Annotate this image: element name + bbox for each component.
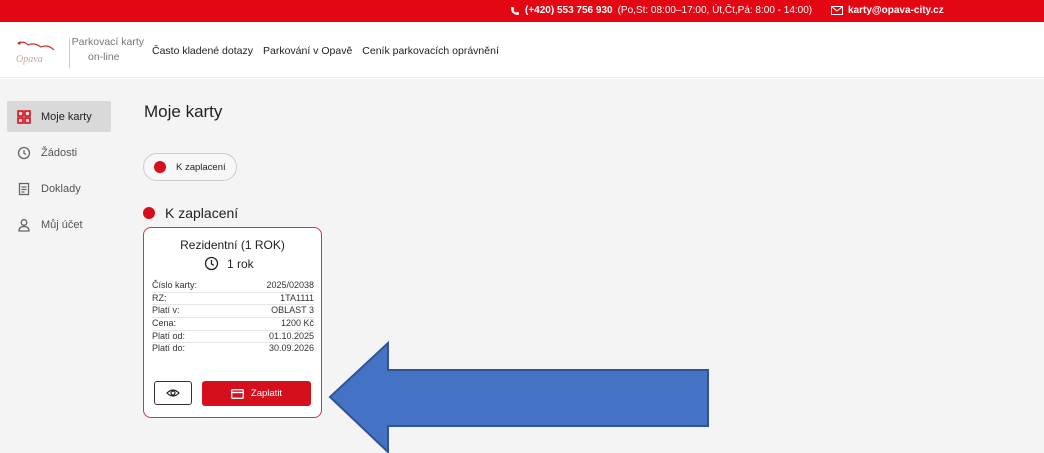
clock-icon xyxy=(17,146,31,159)
credit-card-icon xyxy=(230,388,244,399)
sidebar-item-label: Žádosti xyxy=(41,146,78,159)
nav-faq[interactable]: Často kladené dotazy xyxy=(152,45,253,57)
section-heading-label: K zaplacení xyxy=(165,205,239,221)
card-details: Číslo karty: 2025/02038 RZ: 1TA1111 Platí … xyxy=(152,280,314,356)
contact-phone[interactable]: (+420) 553 756 930 (Po,St: 08:00–17:00, … xyxy=(510,5,812,16)
email-address: karty@opava-city.cz xyxy=(848,5,944,16)
detail-row-plate: RZ: 1TA1111 xyxy=(152,293,314,306)
card-title: Rezidentní (1 ROK) xyxy=(180,238,285,252)
card-duration-label: 1 rok xyxy=(227,256,254,271)
brand-line-1: Parkovací karty xyxy=(71,36,144,48)
brand-title: Parkovací karty on-line xyxy=(66,35,144,65)
detail-label: Platí v: xyxy=(152,305,180,316)
main-nav: Často kladené dotazy Parkování v Opavě C… xyxy=(152,45,499,57)
detail-value: OBLAST 3 xyxy=(271,305,314,316)
detail-row-zone: Platí v: OBLAST 3 xyxy=(152,305,314,319)
pay-button[interactable]: Zaplatit xyxy=(202,381,311,406)
filter-chip-label: K zaplacení xyxy=(176,161,226,173)
parking-card: Rezidentní (1 ROK) 1 rok Číslo karty: 202… xyxy=(143,227,322,418)
user-icon xyxy=(18,218,30,232)
status-dot xyxy=(154,161,166,173)
clock-icon xyxy=(204,256,219,271)
detail-value: 1TA1111 xyxy=(280,292,314,303)
eye-icon xyxy=(166,389,180,397)
sidebar: Moje karty Žádosti Doklady Můj účet xyxy=(7,101,111,245)
sidebar-item-label: Můj účet xyxy=(41,218,83,231)
office-hours: (Po,St: 08:00–17:00, Út,Čt,Pá: 8:00 - 14… xyxy=(617,5,813,16)
brand-line-2: on-line xyxy=(88,51,120,63)
nav-parking-opava[interactable]: Parkování v Opavě xyxy=(263,45,352,57)
sidebar-item-label: Moje karty xyxy=(41,110,92,123)
svg-text:Opava: Opava xyxy=(16,54,43,65)
detail-row-price: Cena: 1200 Kč xyxy=(152,318,314,331)
nav-price-list[interactable]: Ceník parkovacích oprávnění xyxy=(362,45,499,57)
sidebar-item-my-account[interactable]: Můj účet xyxy=(7,209,111,240)
sidebar-item-documents[interactable]: Doklady xyxy=(7,173,111,204)
detail-label: Číslo karty: xyxy=(152,280,198,290)
annotation-arrow-icon xyxy=(328,340,709,453)
receipt-icon xyxy=(18,182,30,195)
detail-value: 01.10.2025 xyxy=(268,330,314,341)
detail-row-card-number: Číslo karty: 2025/02038 xyxy=(152,280,314,293)
sidebar-item-requests[interactable]: Žádosti xyxy=(7,137,111,168)
mail-icon xyxy=(831,6,843,15)
detail-label: Platí od: xyxy=(152,330,186,341)
pay-button-label: Zaplatit xyxy=(250,388,283,399)
contact-email[interactable]: karty@opava-city.cz xyxy=(831,5,944,16)
filter-chip-to-pay[interactable]: K zaplacení xyxy=(143,153,237,181)
detail-row-valid-from: Platí od: 01.10.2025 xyxy=(152,331,314,344)
sidebar-item-label: Doklady xyxy=(41,182,81,195)
detail-row-valid-to: Platí do: 30.09.2026 xyxy=(152,343,314,356)
page-title: Moje karty xyxy=(144,102,223,121)
grid-icon xyxy=(17,109,31,124)
phone-icon xyxy=(511,6,519,15)
sidebar-item-my-cards[interactable]: Moje karty xyxy=(7,101,111,132)
detail-label: Cena: xyxy=(152,318,177,329)
card-duration: 1 rok xyxy=(204,256,254,271)
phone-number: (+420) 553 756 930 xyxy=(525,5,613,16)
detail-value: 1200 Kč xyxy=(280,318,314,329)
detail-label: Platí do: xyxy=(152,343,186,354)
detail-value: 2025/02038 xyxy=(266,280,314,290)
top-contact-bar: (+420) 553 756 930 (Po,St: 08:00–17:00, … xyxy=(0,0,1044,22)
opava-logo[interactable]: Opava xyxy=(14,38,64,66)
section-heading: K zaplacení xyxy=(143,205,238,221)
detail-label: RZ: xyxy=(152,292,167,303)
detail-value: 30.09.2026 xyxy=(268,343,314,354)
status-dot xyxy=(143,207,155,219)
site-header: Opava Parkovací karty on-line Často klad… xyxy=(0,22,1044,78)
view-card-button[interactable] xyxy=(154,381,192,405)
